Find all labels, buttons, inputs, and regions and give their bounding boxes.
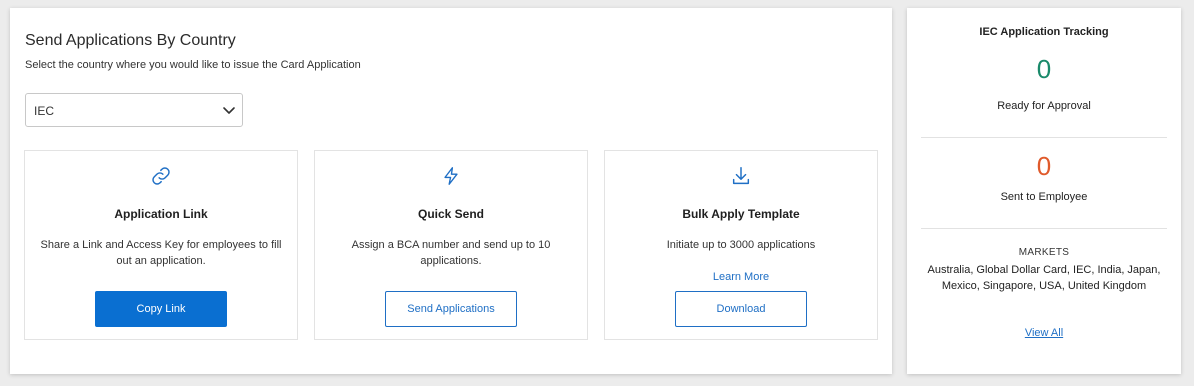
card-title: Quick Send: [417, 207, 485, 221]
divider: [921, 137, 1167, 138]
sent-to-employee-count: 0: [1036, 151, 1052, 181]
markets-list: Australia, Global Dollar Card, IEC, Indi…: [927, 264, 1161, 292]
copy-link-button[interactable]: Copy Link: [95, 291, 227, 327]
learn-more-link[interactable]: Learn More: [605, 271, 877, 283]
send-applications-panel: Send Applications By Country Select the …: [10, 8, 892, 374]
section-title: Send Applications By Country: [25, 32, 236, 49]
send-applications-button[interactable]: Send Applications: [385, 291, 517, 327]
card-description: Initiate up to 3000 applications: [666, 239, 816, 251]
divider: [921, 228, 1167, 229]
ready-for-approval-count: 0: [1036, 54, 1052, 84]
quick-send-card: Quick Send Assign a BCA number and send …: [314, 150, 588, 340]
view-all-link[interactable]: View All: [907, 327, 1181, 339]
lightning-icon: [444, 167, 458, 185]
download-button[interactable]: Download: [675, 291, 807, 327]
country-select-value: IEC: [34, 104, 55, 118]
application-tracking-panel: IEC Application Tracking 0 Ready for App…: [907, 8, 1181, 374]
bulk-apply-card: Bulk Apply Template Initiate up to 3000 …: [604, 150, 878, 340]
application-link-card: Application Link Share a Link and Access…: [24, 150, 298, 340]
download-icon: [732, 167, 750, 185]
sent-to-employee-label: Sent to Employee: [1000, 191, 1088, 203]
card-description: Share a Link and Access Key for employee…: [40, 239, 282, 267]
country-select[interactable]: IEC: [25, 93, 243, 127]
card-title: Application Link: [114, 207, 208, 221]
markets-title: MARKETS: [1018, 247, 1070, 258]
ready-for-approval-label: Ready for Approval: [997, 100, 1091, 112]
chevron-down-icon: [223, 107, 235, 114]
tracking-title: IEC Application Tracking: [979, 26, 1109, 38]
section-subtitle: Select the country where you would like …: [25, 59, 361, 71]
card-title: Bulk Apply Template: [682, 207, 800, 221]
link-icon: [152, 167, 170, 185]
card-description: Assign a BCA number and send up to 10 ap…: [351, 239, 551, 267]
